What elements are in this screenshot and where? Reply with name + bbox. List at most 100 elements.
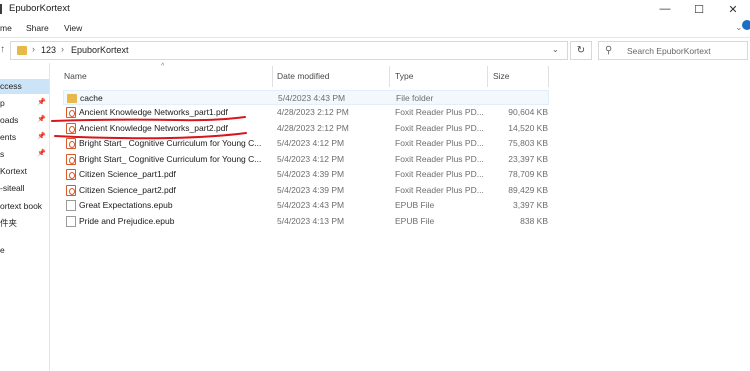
address-row: ↑ › 123 › EpuborKortext ⌄ ↻ ⚲ Search Epu…	[0, 38, 750, 63]
file-type: Foxit Reader Plus PD...	[395, 107, 484, 117]
file-date: 5/4/2023 4:13 PM	[277, 216, 345, 226]
column-header-date-modified[interactable]: Date modified	[277, 71, 329, 81]
sidebar-item-label: p	[0, 98, 5, 108]
file-type: File folder	[396, 93, 434, 103]
file-size: 89,429 KB	[508, 185, 548, 195]
window-title: EpuborKortext	[9, 3, 70, 14]
file-type: Foxit Reader Plus PD...	[395, 123, 484, 133]
pin-icon: 📌	[37, 99, 46, 106]
folder-icon	[67, 94, 77, 103]
file-size: 78,709 KB	[508, 169, 548, 179]
column-header-name[interactable]: Name	[64, 71, 87, 81]
list-item[interactable]: Ancient Knowledge Networks_part1.pdf 4/2…	[63, 105, 549, 120]
maximize-button[interactable]: ☐	[682, 0, 716, 18]
breadcrumb-123[interactable]: 123	[41, 45, 56, 55]
pdf-icon	[66, 154, 76, 165]
list-item[interactable]: Bright Start_ Cognitive Curriculum for Y…	[63, 152, 549, 167]
column-header-size[interactable]: Size	[493, 71, 510, 81]
tab-share[interactable]: Share	[26, 23, 49, 33]
sidebar-item-quick-access[interactable]: ccess	[0, 79, 49, 94]
minimize-button[interactable]: —	[648, 0, 682, 18]
file-name: Bright Start_ Cognitive Curriculum for Y…	[79, 154, 262, 164]
pdf-icon	[66, 138, 76, 149]
file-name: Ancient Knowledge Networks_part1.pdf	[79, 107, 228, 117]
title-bar: EpuborKortext — ☐ ✕	[0, 0, 750, 18]
breadcrumb-separator-icon[interactable]: ›	[32, 44, 35, 54]
file-type: Foxit Reader Plus PD...	[395, 169, 484, 179]
file-name: cache	[80, 93, 103, 103]
file-name: Ancient Knowledge Networks_part2.pdf	[79, 123, 228, 133]
list-item[interactable]: Great Expectations.epub 5/4/2023 4:43 PM…	[63, 198, 549, 213]
pdf-icon	[66, 107, 76, 118]
sidebar-item-siteall[interactable]: -siteall	[0, 181, 49, 196]
sidebar-item-label: s	[0, 149, 5, 159]
column-divider[interactable]	[548, 66, 549, 87]
list-item[interactable]: Citizen Science_part2.pdf 5/4/2023 4:39 …	[63, 183, 549, 198]
sidebar-item-label: ents	[0, 132, 17, 142]
file-name: Citizen Science_part2.pdf	[79, 185, 176, 195]
folder-icon	[0, 4, 3, 14]
sidebar-item-e[interactable]: e	[0, 243, 49, 258]
list-item[interactable]: Citizen Science_part1.pdf 5/4/2023 4:39 …	[63, 167, 549, 182]
help-icon[interactable]	[742, 20, 750, 30]
file-name: Bright Start_ Cognitive Curriculum for Y…	[79, 138, 262, 148]
pin-icon: 📌	[37, 150, 46, 157]
pin-icon: 📌	[37, 133, 46, 140]
file-size: 3,397 KB	[513, 200, 548, 210]
breadcrumb-separator-icon[interactable]: ›	[61, 44, 64, 54]
file-date: 5/4/2023 4:39 PM	[277, 169, 345, 179]
file-name: Great Expectations.epub	[79, 200, 173, 210]
sidebar-item-label: e	[0, 245, 5, 255]
column-divider[interactable]	[389, 66, 390, 87]
sidebar-item-label: oads	[0, 115, 19, 125]
sidebar-item-kortext-book[interactable]: ortext book	[0, 199, 49, 214]
list-item[interactable]: Bright Start_ Cognitive Curriculum for Y…	[63, 136, 549, 151]
search-placeholder: Search EpuborKortext	[627, 46, 711, 56]
search-input[interactable]: ⚲ Search EpuborKortext	[598, 41, 748, 60]
navigation-pane: ccess p 📌 oads 📌 ents 📌 s 📌 Kortext -siteall…	[0, 63, 50, 371]
list-item-cache[interactable]: cache 5/4/2023 4:43 PM File folder	[63, 90, 549, 105]
sidebar-item-pictures[interactable]: s 📌	[0, 147, 49, 162]
file-date: 5/4/2023 4:12 PM	[277, 138, 345, 148]
file-date: 5/4/2023 4:43 PM	[277, 200, 345, 210]
address-bar[interactable]: › 123 › EpuborKortext ⌄	[10, 41, 568, 60]
refresh-icon: ↻	[576, 45, 586, 56]
tab-view[interactable]: View	[64, 23, 82, 33]
up-arrow-icon[interactable]: ↑	[0, 44, 5, 55]
search-icon: ⚲	[605, 45, 613, 56]
column-header-type[interactable]: Type	[395, 71, 413, 81]
file-list: ^ Name Date modified Type Size cache 5/4…	[50, 63, 750, 371]
sidebar-item-label: ortext book	[0, 201, 43, 211]
breadcrumb-epuborkortext[interactable]: EpuborKortext	[71, 45, 129, 55]
file-type: EPUB File	[395, 200, 435, 210]
sidebar-item-kortext[interactable]: Kortext	[0, 164, 49, 179]
file-date: 5/4/2023 4:39 PM	[277, 185, 345, 195]
pin-icon: 📌	[37, 116, 46, 123]
file-date: 4/28/2023 2:12 PM	[277, 107, 349, 117]
file-type: Foxit Reader Plus PD...	[395, 185, 484, 195]
sidebar-item-label: ccess	[0, 81, 22, 91]
file-date: 5/4/2023 4:43 PM	[278, 93, 346, 103]
column-divider[interactable]	[272, 66, 273, 87]
sidebar-item-documents[interactable]: ents 📌	[0, 130, 49, 145]
sidebar-item-downloads[interactable]: oads 📌	[0, 113, 49, 128]
folder-icon	[17, 46, 27, 55]
list-item[interactable]: Ancient Knowledge Networks_part2.pdf 4/2…	[63, 121, 549, 136]
sort-ascending-icon: ^	[161, 63, 165, 70]
file-type: Foxit Reader Plus PD...	[395, 154, 484, 164]
list-item[interactable]: Pride and Prejudice.epub 5/4/2023 4:13 P…	[63, 214, 549, 229]
file-date: 5/4/2023 4:12 PM	[277, 154, 345, 164]
pdf-icon	[66, 123, 76, 134]
chevron-down-icon[interactable]: ⌄	[552, 45, 559, 54]
sidebar-item-desktop[interactable]: p 📌	[0, 96, 49, 111]
file-date: 4/28/2023 2:12 PM	[277, 123, 349, 133]
file-size: 75,803 KB	[508, 138, 548, 148]
refresh-button[interactable]: ↻	[570, 41, 592, 60]
sidebar-item-folder[interactable]: 件夹	[0, 215, 49, 230]
sidebar-item-label: -siteall	[0, 183, 25, 193]
file-size: 14,520 KB	[508, 123, 548, 133]
epub-icon	[66, 200, 76, 211]
tab-home[interactable]: me	[0, 23, 12, 33]
column-divider[interactable]	[487, 66, 488, 87]
close-button[interactable]: ✕	[716, 0, 750, 18]
